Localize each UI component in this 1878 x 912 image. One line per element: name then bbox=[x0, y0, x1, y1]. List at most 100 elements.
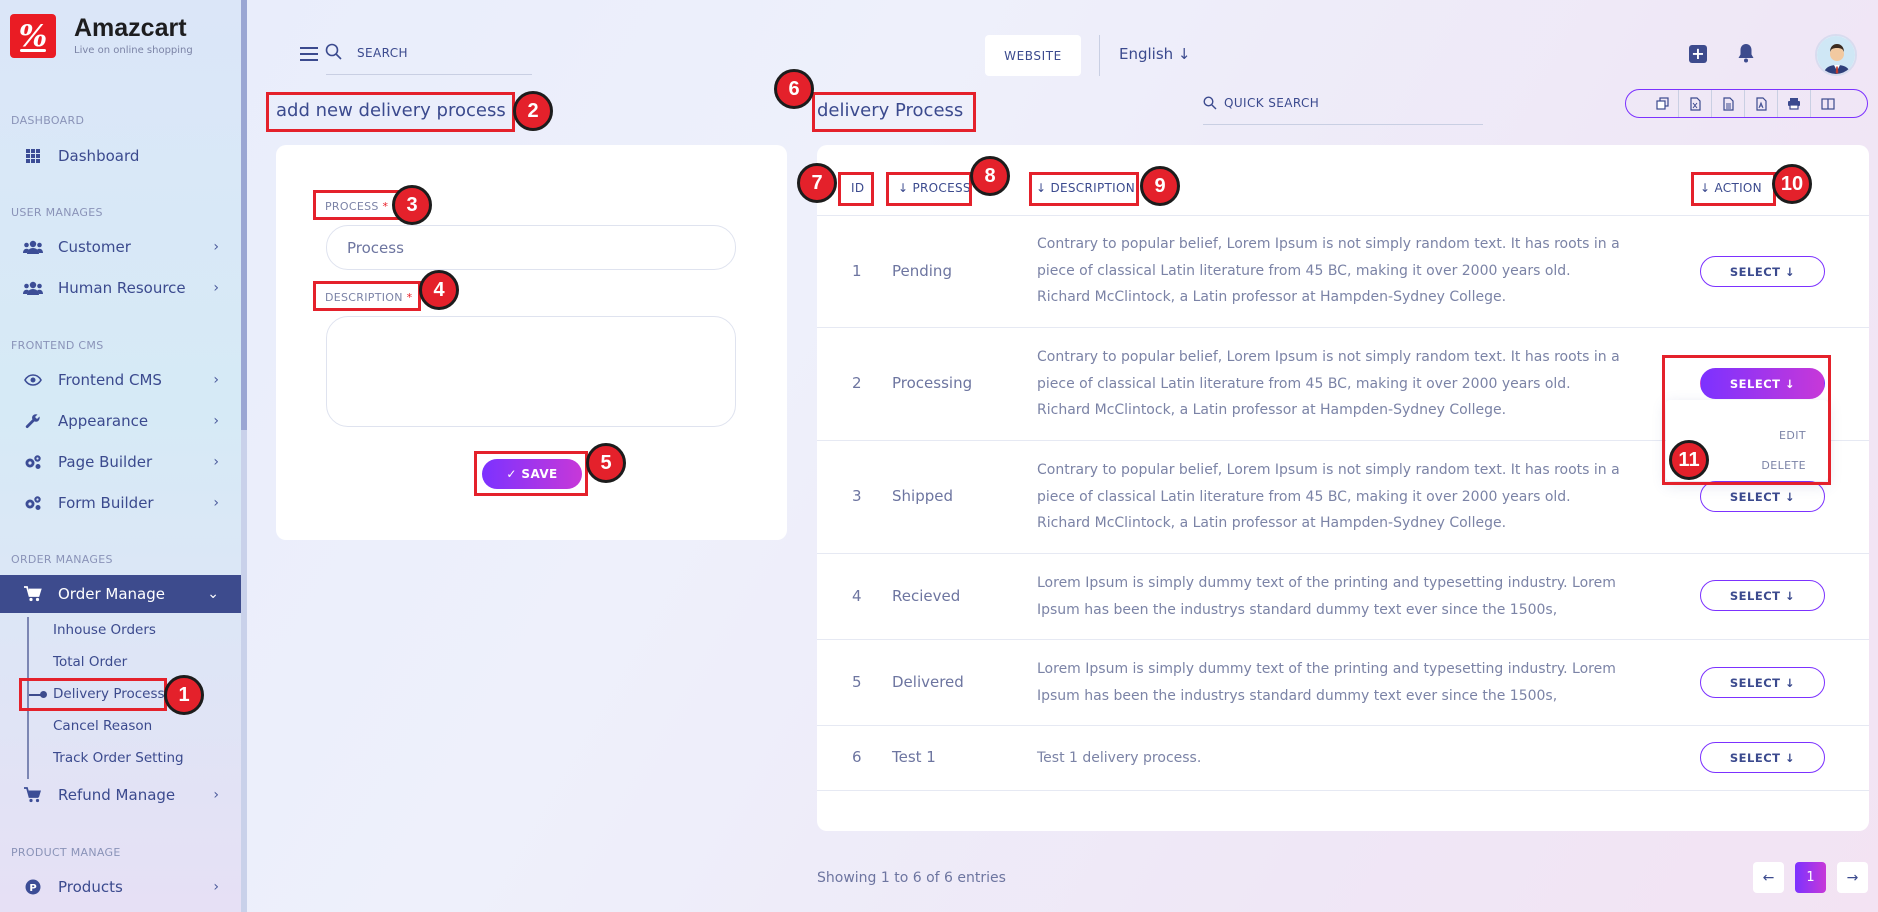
annotation-badge: 9 bbox=[1140, 166, 1180, 206]
cell-process: Recieved bbox=[892, 587, 961, 605]
annotation-badge: 6 bbox=[774, 69, 814, 109]
search-icon[interactable] bbox=[325, 43, 343, 65]
bell-icon[interactable] bbox=[1737, 43, 1755, 67]
next-page-button[interactable]: → bbox=[1837, 862, 1868, 893]
sidebar-subitem-cancel-reason[interactable]: Cancel Reason bbox=[53, 718, 152, 734]
cart-icon bbox=[22, 787, 44, 803]
prev-page-button[interactable]: ← bbox=[1753, 862, 1784, 893]
annotation-box bbox=[19, 678, 167, 711]
brand[interactable]: % Amazcart Live on online shopping bbox=[10, 14, 193, 58]
section-product-manage: PRODUCT MANAGE bbox=[11, 846, 121, 859]
sidebar-item-products[interactable]: P Products › bbox=[0, 868, 241, 906]
search-icon bbox=[1203, 95, 1217, 114]
annotation-box bbox=[1029, 172, 1139, 206]
annotation-box bbox=[313, 281, 421, 311]
cell-id: 5 bbox=[852, 673, 862, 691]
sidebar-scrollbar[interactable] bbox=[241, 0, 247, 912]
annotation-badge: 4 bbox=[419, 270, 459, 310]
sidebar-item-human-resource[interactable]: Human Resource › bbox=[0, 269, 241, 307]
chevron-right-icon: › bbox=[213, 372, 219, 388]
cell-id: 3 bbox=[852, 487, 862, 505]
annotation-box bbox=[886, 172, 972, 206]
chevron-right-icon: › bbox=[213, 787, 219, 803]
annotation-badge: 1 bbox=[164, 675, 204, 715]
product-icon: P bbox=[22, 879, 44, 895]
cell-description: Contrary to popular belief, Lorem Ipsum … bbox=[1037, 236, 1620, 305]
cell-id: 6 bbox=[852, 748, 862, 766]
divider bbox=[817, 725, 1869, 726]
annotation-badge: 7 bbox=[797, 163, 837, 203]
svg-text:P: P bbox=[29, 883, 36, 894]
select-button[interactable]: SELECT ↓ bbox=[1700, 580, 1825, 611]
csv-icon[interactable] bbox=[1712, 90, 1745, 117]
sidebar-item-label: Human Resource bbox=[58, 279, 186, 297]
brand-name: Amazcart bbox=[74, 14, 187, 42]
wrench-icon bbox=[22, 413, 44, 429]
pdf-icon[interactable] bbox=[1745, 90, 1778, 117]
scrollbar-thumb[interactable] bbox=[241, 0, 247, 430]
sidebar-subitem-total-order[interactable]: Total Order bbox=[53, 654, 127, 670]
sidebar-subitem-inhouse-orders[interactable]: Inhouse Orders bbox=[53, 622, 156, 638]
sidebar: % Amazcart Live on online shopping DASHB… bbox=[0, 0, 241, 912]
print-icon[interactable] bbox=[1778, 90, 1811, 117]
sidebar-item-label: Products bbox=[58, 878, 123, 896]
users-icon bbox=[22, 240, 44, 254]
sidebar-item-order-manage[interactable]: Order Manage ⌄ bbox=[0, 575, 241, 613]
sidebar-item-label: Order Manage bbox=[58, 585, 165, 603]
process-input[interactable]: Process bbox=[326, 225, 736, 270]
sidebar-item-label: Dashboard bbox=[58, 147, 140, 165]
cell-id: 4 bbox=[852, 587, 862, 605]
website-button[interactable]: WEBSITE bbox=[985, 35, 1081, 76]
sidebar-item-dashboard[interactable]: Dashboard bbox=[0, 137, 241, 175]
annotation-badge: 5 bbox=[586, 443, 626, 483]
sidebar-item-label: Form Builder bbox=[58, 494, 154, 512]
copy-icon[interactable] bbox=[1646, 90, 1679, 117]
cell-description: Lorem Ipsum is simply dummy text of the … bbox=[1037, 661, 1616, 704]
chevron-right-icon: › bbox=[213, 495, 219, 511]
annotation-badge: 3 bbox=[392, 185, 432, 225]
select-button[interactable]: SELECT ↓ bbox=[1700, 742, 1825, 773]
divider bbox=[817, 553, 1869, 554]
sidebar-item-label: Appearance bbox=[58, 412, 149, 430]
quick-search-input[interactable]: QUICK SEARCH bbox=[1224, 96, 1319, 110]
sidebar-item-label: Refund Manage bbox=[58, 786, 176, 804]
select-button[interactable]: SELECT ↓ bbox=[1700, 256, 1825, 287]
sidebar-item-page-builder[interactable]: Page Builder › bbox=[0, 443, 241, 481]
divider bbox=[1099, 35, 1100, 76]
sidebar-item-refund-manage[interactable]: Refund Manage › bbox=[0, 776, 241, 814]
sidebar-item-appearance[interactable]: Appearance › bbox=[0, 402, 241, 440]
gears-icon bbox=[22, 495, 44, 511]
sidebar-item-customer[interactable]: Customer › bbox=[0, 228, 241, 266]
annotation-box bbox=[1691, 172, 1776, 206]
divider bbox=[817, 327, 1869, 328]
annotation-box bbox=[838, 172, 874, 206]
sidebar-item-form-builder[interactable]: Form Builder › bbox=[0, 484, 241, 522]
cell-description: Test 1 delivery process. bbox=[1037, 750, 1202, 766]
page-1-button[interactable]: 1 bbox=[1795, 862, 1826, 893]
annotation-box bbox=[266, 92, 515, 132]
sidebar-subitem-track-order-setting[interactable]: Track Order Setting bbox=[53, 750, 184, 766]
cell-process: Shipped bbox=[892, 487, 953, 505]
cell-process: Delivered bbox=[892, 673, 964, 691]
chevron-right-icon: › bbox=[213, 413, 219, 429]
cell-id: 2 bbox=[852, 374, 862, 392]
excel-icon[interactable] bbox=[1679, 90, 1712, 117]
sidebar-item-frontend-cms[interactable]: Frontend CMS › bbox=[0, 361, 241, 399]
sidebar-item-label: Frontend CMS bbox=[58, 371, 162, 389]
description-textarea[interactable] bbox=[326, 316, 736, 427]
chevron-right-icon: › bbox=[213, 879, 219, 895]
add-icon[interactable]: + bbox=[1689, 45, 1707, 63]
eye-icon bbox=[22, 374, 44, 386]
users-icon bbox=[22, 281, 44, 295]
select-button[interactable]: SELECT ↓ bbox=[1700, 667, 1825, 698]
hamburger-icon[interactable] bbox=[300, 47, 318, 65]
cell-id: 1 bbox=[852, 262, 862, 280]
chevron-right-icon: › bbox=[213, 280, 219, 296]
section-dashboard: DASHBOARD bbox=[11, 114, 85, 127]
avatar[interactable] bbox=[1815, 34, 1857, 76]
language-select[interactable]: English ↓ bbox=[1119, 45, 1191, 63]
section-user-manages: USER MANAGES bbox=[11, 206, 103, 219]
search-input[interactable]: SEARCH bbox=[357, 46, 408, 60]
columns-icon[interactable] bbox=[1811, 90, 1844, 117]
select-button[interactable]: SELECT ↓ bbox=[1700, 481, 1825, 512]
